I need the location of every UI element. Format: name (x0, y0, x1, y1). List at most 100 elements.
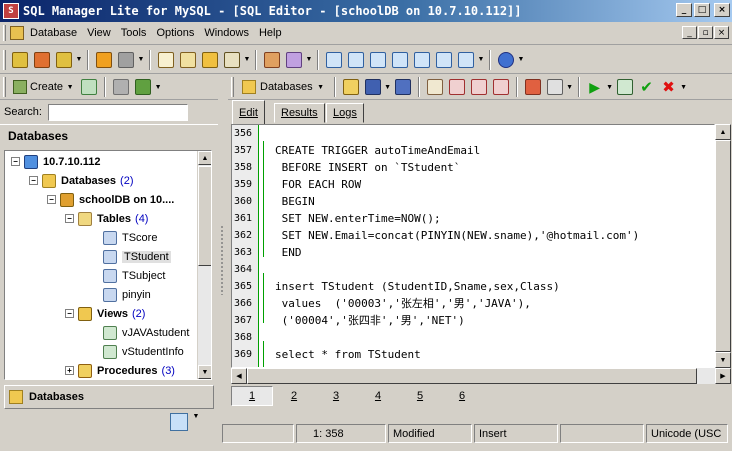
refresh-button[interactable] (78, 76, 100, 98)
panel-splitter[interactable] (218, 75, 228, 425)
rename-query-button[interactable] (490, 76, 512, 98)
chevron-down-icon[interactable]: ▼ (137, 56, 145, 63)
scroll-up-icon[interactable]: ▲ (715, 124, 731, 140)
sql-script-button[interactable] (199, 49, 221, 71)
tree-node-procedures[interactable]: + Procedures (3) (65, 361, 175, 379)
tree-node-databases[interactable]: − Databases (2) (29, 171, 134, 190)
settings-button[interactable] (495, 49, 517, 71)
toolbar-grip[interactable] (3, 77, 6, 97)
query-tab-1[interactable]: 1 (231, 386, 273, 406)
code-line[interactable]: BEGIN (275, 193, 315, 210)
mdi-minimize-button[interactable]: _ (682, 26, 697, 39)
scroll-up-icon[interactable]: ▲ (198, 151, 211, 165)
tree-node-tscore[interactable]: TScore (103, 228, 157, 247)
window-layout-7-button[interactable] (455, 49, 477, 71)
clear-query-button[interactable] (468, 76, 490, 98)
collapse-icon[interactable]: − (65, 309, 74, 318)
query-builder-button[interactable] (177, 49, 199, 71)
close-button[interactable]: × (714, 3, 730, 17)
chevron-down-icon[interactable]: ▼ (517, 56, 525, 63)
expand-icon[interactable]: + (65, 366, 74, 375)
app-icon[interactable]: S (3, 3, 19, 19)
scroll-down-icon[interactable]: ▼ (715, 352, 731, 368)
code-line[interactable]: SET NEW.enterTime=NOW(); (275, 210, 441, 227)
tree-node-pinyin[interactable]: pinyin (103, 285, 151, 304)
chevron-down-icon[interactable]: ▼ (680, 84, 688, 91)
add-to-favorites-button[interactable] (522, 76, 544, 98)
filter-button[interactable] (132, 76, 154, 98)
code-line[interactable]: select * from TStudent (275, 346, 421, 363)
scroll-thumb[interactable] (247, 368, 697, 384)
create-button[interactable]: Create ▼ (9, 76, 78, 98)
window-layout-2-button[interactable] (345, 49, 367, 71)
database-options-button[interactable] (53, 49, 75, 71)
database-tree[interactable]: − 10.7.10.112 − Databases (2) − schoolDB… (4, 150, 212, 380)
tree-node-tsubject[interactable]: TSubject (103, 266, 165, 285)
code-line[interactable]: SET NEW.Email=concat(PINYIN(NEW.sname),'… (275, 227, 640, 244)
tree-node-vjavastudent[interactable]: vJAVAstudent (103, 323, 189, 342)
code-line[interactable]: CREATE TRIGGER autoTimeAndEmail (275, 142, 480, 159)
code-line[interactable]: values ('00003','张左相','男','JAVA'), (275, 295, 531, 312)
editor-vertical-scrollbar[interactable]: ▲ ▼ (715, 124, 731, 368)
tree-node-tstudent[interactable]: TStudent (103, 247, 171, 266)
open-file-button[interactable] (340, 76, 362, 98)
code-line[interactable]: BEFORE INSERT on `TStudent` (275, 159, 461, 176)
rollback-button[interactable]: ✖ (658, 76, 680, 98)
scroll-right-icon[interactable]: ▶ (715, 368, 731, 384)
editor-horizontal-scrollbar[interactable]: ◀ ▶ (231, 368, 731, 384)
query-tab-4[interactable]: 4 (357, 386, 399, 406)
tab-edit[interactable]: Edit (232, 100, 265, 124)
scroll-down-icon[interactable]: ▼ (198, 365, 211, 379)
search-input[interactable] (47, 103, 188, 121)
users-button[interactable] (261, 49, 283, 71)
code-line[interactable]: ('00004','张四非','男','NET') (275, 312, 465, 329)
commit-button[interactable]: ✔ (636, 76, 658, 98)
query-parameters-button[interactable] (544, 76, 566, 98)
execute-script-button[interactable] (614, 76, 636, 98)
tree-node-views[interactable]: − Views (2) (65, 304, 145, 323)
tree-node-schooldb[interactable]: − schoolDB on 10.... (47, 190, 174, 209)
chevron-down-icon[interactable]: ▼ (243, 56, 251, 63)
toolbar-grip[interactable] (3, 49, 6, 70)
delete-object-button[interactable] (110, 76, 132, 98)
window-layout-4-button[interactable] (389, 49, 411, 71)
navigator-icon[interactable] (170, 413, 188, 431)
chevron-down-icon[interactable]: ▼ (606, 84, 614, 91)
collapse-icon[interactable]: − (47, 195, 56, 204)
menu-tools[interactable]: Tools (116, 25, 152, 41)
window-layout-3-button[interactable] (367, 49, 389, 71)
tab-logs[interactable]: Logs (326, 103, 364, 123)
menu-options[interactable]: Options (151, 25, 199, 41)
menu-windows[interactable]: Windows (199, 25, 254, 41)
toolbar-grip[interactable] (231, 77, 234, 97)
mdi-close-button[interactable]: × (714, 26, 729, 39)
chevron-down-icon[interactable]: ▼ (75, 56, 83, 63)
minimize-button[interactable]: _ (676, 3, 692, 17)
chevron-down-icon[interactable]: ▼ (477, 56, 485, 63)
query-tab-5[interactable]: 5 (399, 386, 441, 406)
chevron-down-icon[interactable]: ▼ (192, 413, 200, 431)
query-tab-6[interactable]: 6 (441, 386, 483, 406)
databases-dropdown[interactable]: Databases ▼ (237, 76, 330, 98)
disconnect-button[interactable] (115, 49, 137, 71)
new-object-button[interactable] (221, 49, 243, 71)
tree-node-tables[interactable]: − Tables (4) (65, 209, 148, 228)
execute-button[interactable]: ▶ (584, 76, 606, 98)
menu-help[interactable]: Help (254, 25, 287, 41)
register-database-button[interactable] (9, 49, 31, 71)
sql-code-editor[interactable]: 356 357 358 359 360 361 362 363 364 365 366 367 368 3… (231, 124, 715, 368)
window-layout-6-button[interactable] (433, 49, 455, 71)
tools-button[interactable] (283, 49, 305, 71)
scroll-thumb[interactable] (715, 140, 731, 352)
chevron-down-icon[interactable]: ▼ (154, 84, 162, 91)
query-tab-3[interactable]: 3 (315, 386, 357, 406)
chevron-down-icon[interactable]: ▼ (305, 56, 313, 63)
maximize-button[interactable]: □ (694, 3, 710, 17)
query-tab-2[interactable]: 2 (273, 386, 315, 406)
chevron-down-icon[interactable]: ▼ (566, 84, 574, 91)
save-button[interactable] (362, 76, 384, 98)
window-layout-5-button[interactable] (411, 49, 433, 71)
mdi-restore-button[interactable]: ▫ (698, 26, 713, 39)
code-line[interactable]: FOR EACH ROW (275, 176, 361, 193)
collapse-icon[interactable]: − (29, 176, 38, 185)
